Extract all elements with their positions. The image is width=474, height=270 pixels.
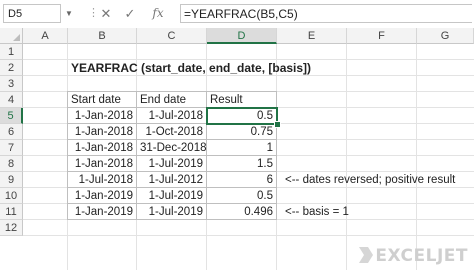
row-header-2[interactable]: 2 (0, 60, 23, 76)
note-dates-reversed[interactable]: <-- dates reversed; positive result (282, 172, 470, 188)
row-header-12[interactable]: 12 (0, 220, 23, 236)
row-header-1[interactable]: 1 (0, 44, 23, 60)
cell-start-date[interactable]: 1-Jan-2018 (68, 140, 136, 156)
name-box[interactable]: D5 (3, 4, 61, 23)
row-header-8[interactable]: 8 (0, 156, 23, 172)
cancel-icon[interactable]: ✕ (96, 4, 116, 23)
cell-start-date[interactable]: 1-Jan-2018 (68, 156, 136, 172)
column-header-c[interactable]: C (137, 28, 207, 44)
cell-result[interactable]: 0.496 (207, 204, 276, 220)
enter-icon[interactable]: ✓ (120, 4, 140, 23)
cell-start-date[interactable]: 1-Jul-2018 (68, 172, 136, 188)
row-header-10[interactable]: 10 (0, 188, 23, 204)
gridline (346, 44, 347, 270)
cell-end-date[interactable]: 1-Jul-2019 (137, 204, 206, 220)
cell-end-date[interactable]: 1-Jul-2019 (137, 156, 206, 172)
cell-start-date[interactable]: 1-Jan-2019 (68, 204, 136, 220)
cell-result[interactable]: 1.5 (207, 156, 276, 172)
row-header-11[interactable]: 11 (0, 204, 23, 220)
select-all-icon (13, 34, 20, 41)
formula-bar: D5 ▼ ⋮ ✕ ✓ fx =YEARFRAC(B5,C5) (0, 0, 474, 29)
column-header-g[interactable]: G (417, 28, 474, 44)
cell-start-date[interactable]: 1-Jan-2019 (68, 188, 136, 204)
column-header-d[interactable]: D (207, 28, 277, 44)
cell-end-date[interactable]: 1-Oct-2018 (137, 124, 206, 140)
fill-handle[interactable] (274, 121, 281, 128)
note-basis[interactable]: <-- basis = 1 (282, 204, 402, 220)
cell-start-date[interactable]: 1-Jan-2018 (68, 108, 136, 124)
gridline (23, 235, 474, 236)
cell-start-date[interactable]: 1-Jan-2018 (68, 124, 136, 140)
logo-text: EXCELJET (375, 246, 468, 266)
formula-bar-separator: ⋮ (88, 7, 99, 19)
header-start-date[interactable]: Start date (68, 92, 136, 108)
header-end-date[interactable]: End date (137, 92, 206, 108)
row-header-7[interactable]: 7 (0, 140, 23, 156)
cell-end-date[interactable]: 31-Dec-2018 (137, 140, 206, 156)
row-header-4[interactable]: 4 (0, 92, 23, 108)
row-header-9[interactable]: 9 (0, 172, 23, 188)
formula-input[interactable]: =YEARFRAC(B5,C5) (180, 4, 472, 23)
cell-result[interactable]: 0.75 (207, 124, 276, 140)
cell-result[interactable]: 0.5 (207, 188, 276, 204)
header-result[interactable]: Result (207, 92, 276, 108)
selected-cell-outline (206, 107, 278, 125)
column-header-e[interactable]: E (277, 28, 347, 44)
select-all-button[interactable] (0, 28, 23, 44)
gridline (416, 44, 417, 270)
column-header-b[interactable]: B (68, 28, 137, 44)
cell-result[interactable]: 1 (207, 140, 276, 156)
row-header-5[interactable]: 5 (0, 108, 23, 124)
cell-end-date[interactable]: 1-Jul-2012 (137, 172, 206, 188)
column-header-f[interactable]: F (347, 28, 417, 44)
name-box-dropdown-icon[interactable]: ▼ (64, 4, 74, 23)
insert-function-icon[interactable]: fx (148, 4, 168, 23)
sheet-title[interactable]: YEARFRAC (start_date, end_date, [basis]) (68, 60, 328, 76)
cell-end-date[interactable]: 1-Jul-2018 (137, 108, 206, 124)
column-header-a[interactable]: A (23, 28, 68, 44)
cell-end-date[interactable]: 1-Jul-2019 (137, 188, 206, 204)
exceljet-logo: EXCELJET (359, 246, 468, 266)
row-header-3[interactable]: 3 (0, 76, 23, 92)
exceljet-logo-icon (359, 247, 374, 263)
spreadsheet-grid: A B C D E F G 1 2 3 4 5 6 7 8 9 10 11 12… (0, 28, 474, 270)
row-header-6[interactable]: 6 (0, 124, 23, 140)
cell-result[interactable]: 6 (207, 172, 276, 188)
